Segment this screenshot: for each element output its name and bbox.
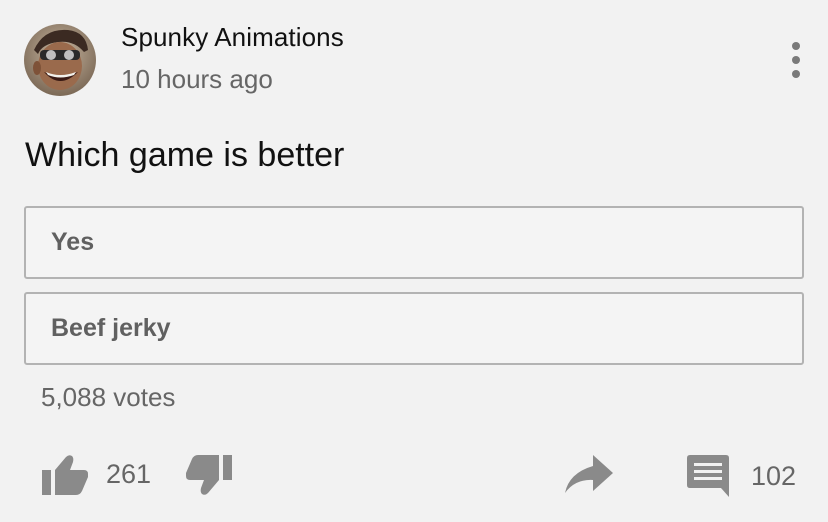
community-post: Spunky Animations 10 hours ago Which gam… [0, 0, 828, 522]
comment-count: 102 [751, 460, 797, 491]
thumbs-up-icon [42, 455, 88, 495]
poll-option-label: Beef jerky [51, 314, 171, 342]
menu-dot [792, 70, 800, 78]
author-name[interactable]: Spunky Animations [121, 22, 344, 53]
dislike-button[interactable] [186, 455, 232, 497]
avatar-image [24, 24, 96, 96]
poll-option-beef-jerky[interactable]: Beef jerky [24, 292, 804, 365]
menu-dot [792, 42, 800, 50]
more-vertical-icon[interactable] [780, 40, 812, 80]
post-timestamp: 10 hours ago [121, 64, 273, 94]
avatar[interactable] [24, 24, 96, 96]
comment-button[interactable]: 102 [687, 455, 796, 497]
vote-count: 5,088 votes [41, 382, 176, 412]
menu-dot [792, 56, 800, 64]
poll-question: Which game is better [25, 136, 345, 174]
thumbs-down-icon [186, 455, 232, 495]
poll-option-yes[interactable]: Yes [24, 206, 804, 279]
like-count: 261 [106, 458, 152, 489]
comment-icon [687, 455, 729, 497]
poll-option-label: Yes [51, 228, 95, 256]
share-button[interactable] [563, 455, 613, 495]
share-arrow-icon [565, 455, 613, 493]
like-button[interactable]: 261 [42, 453, 151, 495]
